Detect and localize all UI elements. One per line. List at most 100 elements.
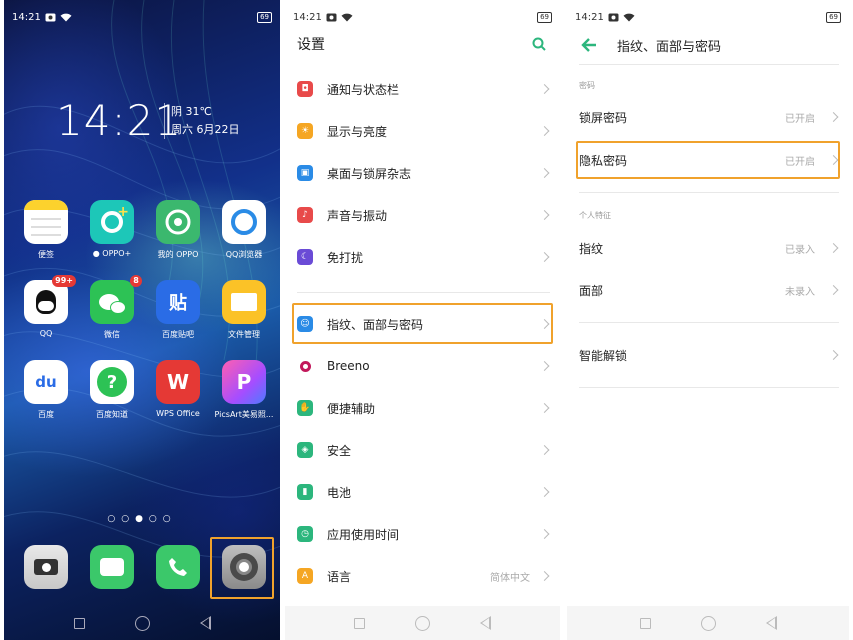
settings-item-language[interactable]: A 语言 简体中文	[285, 555, 560, 597]
date-text: 周六 6月22日	[171, 123, 240, 136]
wallpaper-icon: ▣	[297, 165, 313, 181]
back-icon[interactable]	[199, 616, 211, 630]
notification-icon	[326, 13, 337, 21]
zhidao-glyph: ?	[97, 367, 127, 397]
page-title: 设置	[297, 37, 325, 53]
tieba-glyph: 贴	[169, 293, 187, 314]
settings-item-label: 语言	[327, 569, 352, 584]
messages-icon[interactable]	[90, 545, 134, 589]
app-wps[interactable]: W WPS Office	[146, 360, 210, 418]
camera-icon[interactable]	[24, 545, 68, 589]
home-icon[interactable]	[415, 615, 430, 631]
chevron-right-icon	[828, 243, 839, 253]
qq-browser-icon	[222, 200, 266, 244]
baidu-zhidao-icon: ?	[90, 360, 134, 404]
notes-icon	[24, 200, 68, 244]
settings-item-notifications[interactable]: ◘ 通知与状态栏	[285, 68, 560, 110]
settings-item-sound[interactable]: ♪ 声音与振动	[285, 194, 560, 236]
back-icon[interactable]	[765, 616, 777, 630]
app-notes[interactable]: 便签	[14, 200, 78, 260]
settings-item-do-not-disturb[interactable]: ☾ 免打扰	[285, 236, 560, 278]
chevron-right-icon	[828, 350, 839, 360]
divider	[579, 192, 839, 193]
app-baidu[interactable]: du 百度	[14, 360, 78, 420]
row-label: 锁屏密码	[579, 110, 628, 125]
wifi-icon	[341, 13, 353, 21]
baidu-glyph: du	[35, 373, 57, 391]
section-header-biometric: 个人特征	[579, 211, 611, 220]
language-value: 简体中文	[490, 572, 530, 584]
app-tieba[interactable]: 贴 百度贴吧	[146, 280, 210, 340]
fingerprint-password-screen: 14:21 69 指纹、面部与密码 密码 锁屏密码 已开启 隐私密码 已开启 个…	[567, 0, 849, 640]
chevron-right-icon	[539, 126, 550, 136]
row-label: 面部	[579, 283, 604, 298]
app-oppo-plus[interactable]: + ● OPPO+	[80, 200, 144, 258]
notification-bar-icon: ◘	[297, 81, 313, 97]
app-label: QQ	[39, 329, 53, 338]
settings-item-assist[interactable]: ✋ 便捷辅助	[285, 387, 560, 429]
settings-item-label: 声音与振动	[327, 208, 388, 223]
privacy-password-highlight-box	[576, 141, 840, 179]
notification-icon	[608, 13, 619, 21]
recents-icon[interactable]	[73, 617, 85, 629]
back-arrow-icon[interactable]	[581, 38, 597, 52]
app-label: WPS Office	[156, 409, 200, 418]
smart-unlock-row[interactable]: 智能解锁	[567, 334, 849, 376]
section-header-password: 密码	[579, 81, 595, 90]
lock-screen-password-row[interactable]: 锁屏密码 已开启	[567, 96, 849, 138]
divider	[297, 292, 550, 293]
tieba-icon: 贴	[156, 280, 200, 324]
settings-item-breeno[interactable]: Breeno	[285, 345, 560, 387]
back-icon[interactable]	[480, 616, 491, 630]
settings-highlight-box	[210, 537, 274, 599]
page-indicator[interactable]: ○○●○○	[4, 514, 280, 524]
settings-item-display[interactable]: ☀ 显示与亮度	[285, 110, 560, 152]
home-icon[interactable]	[134, 615, 150, 631]
assist-icon: ✋	[297, 400, 313, 416]
app-my-oppo[interactable]: 我的 OPPO	[146, 200, 210, 260]
app-qq[interactable]: 99+ QQ	[14, 275, 78, 338]
status-bar: 14:21 69	[285, 0, 560, 34]
folder-icon	[222, 280, 266, 324]
wps-icon: W	[156, 360, 200, 404]
settings-item-label: 通知与状态栏	[327, 82, 400, 97]
battery-icon: ▮	[297, 484, 313, 500]
app-label: 便签	[38, 250, 54, 259]
chevron-right-icon	[539, 210, 550, 220]
settings-item-label: Breeno	[327, 359, 370, 373]
app-baidu-zhidao[interactable]: ? 百度知道	[80, 360, 144, 420]
moon-icon: ☾	[297, 249, 313, 265]
chevron-right-icon	[539, 445, 550, 455]
settings-item-wallpaper[interactable]: ▣ 桌面与锁屏杂志	[285, 152, 560, 194]
face-row[interactable]: 面部 未录入	[567, 269, 849, 311]
app-file-manager[interactable]: 文件管理	[212, 280, 276, 340]
qq-icon: 99+	[24, 275, 76, 324]
search-icon[interactable]	[532, 37, 546, 51]
settings-item-app-usage[interactable]: ◷ 应用使用时间	[285, 513, 560, 555]
chevron-right-icon	[539, 487, 550, 497]
battery-indicator: 69	[826, 11, 841, 23]
fingerprint-row[interactable]: 指纹 已录入	[567, 227, 849, 269]
row-status: 已录入	[785, 244, 815, 256]
row-label: 指纹	[579, 241, 604, 256]
weather-text: 阴 31℃	[171, 105, 212, 118]
app-label: PicsArt美易照...	[214, 410, 274, 419]
sound-icon: ♪	[297, 207, 313, 223]
app-picsart[interactable]: P PicsArt美易照...	[212, 360, 276, 420]
settings-item-label: 便捷辅助	[327, 401, 376, 416]
app-label: 百度	[38, 410, 54, 419]
oppo-plus-icon: +	[90, 200, 134, 244]
home-icon[interactable]	[700, 615, 716, 631]
settings-item-security[interactable]: ◈ 安全	[285, 429, 560, 471]
app-label: QQ浏览器	[225, 250, 263, 259]
settings-item-label: 电池	[327, 485, 352, 500]
settings-item-battery[interactable]: ▮ 电池	[285, 471, 560, 513]
shield-icon: ◈	[297, 442, 313, 458]
baidu-icon: du	[24, 360, 68, 404]
recents-icon[interactable]	[354, 617, 365, 629]
app-qq-browser[interactable]: QQ浏览器	[212, 200, 276, 260]
recents-icon[interactable]	[639, 617, 651, 629]
row-status: 未录入	[785, 286, 815, 298]
phone-icon[interactable]	[156, 545, 200, 589]
app-wechat[interactable]: 8 微信	[80, 275, 144, 340]
